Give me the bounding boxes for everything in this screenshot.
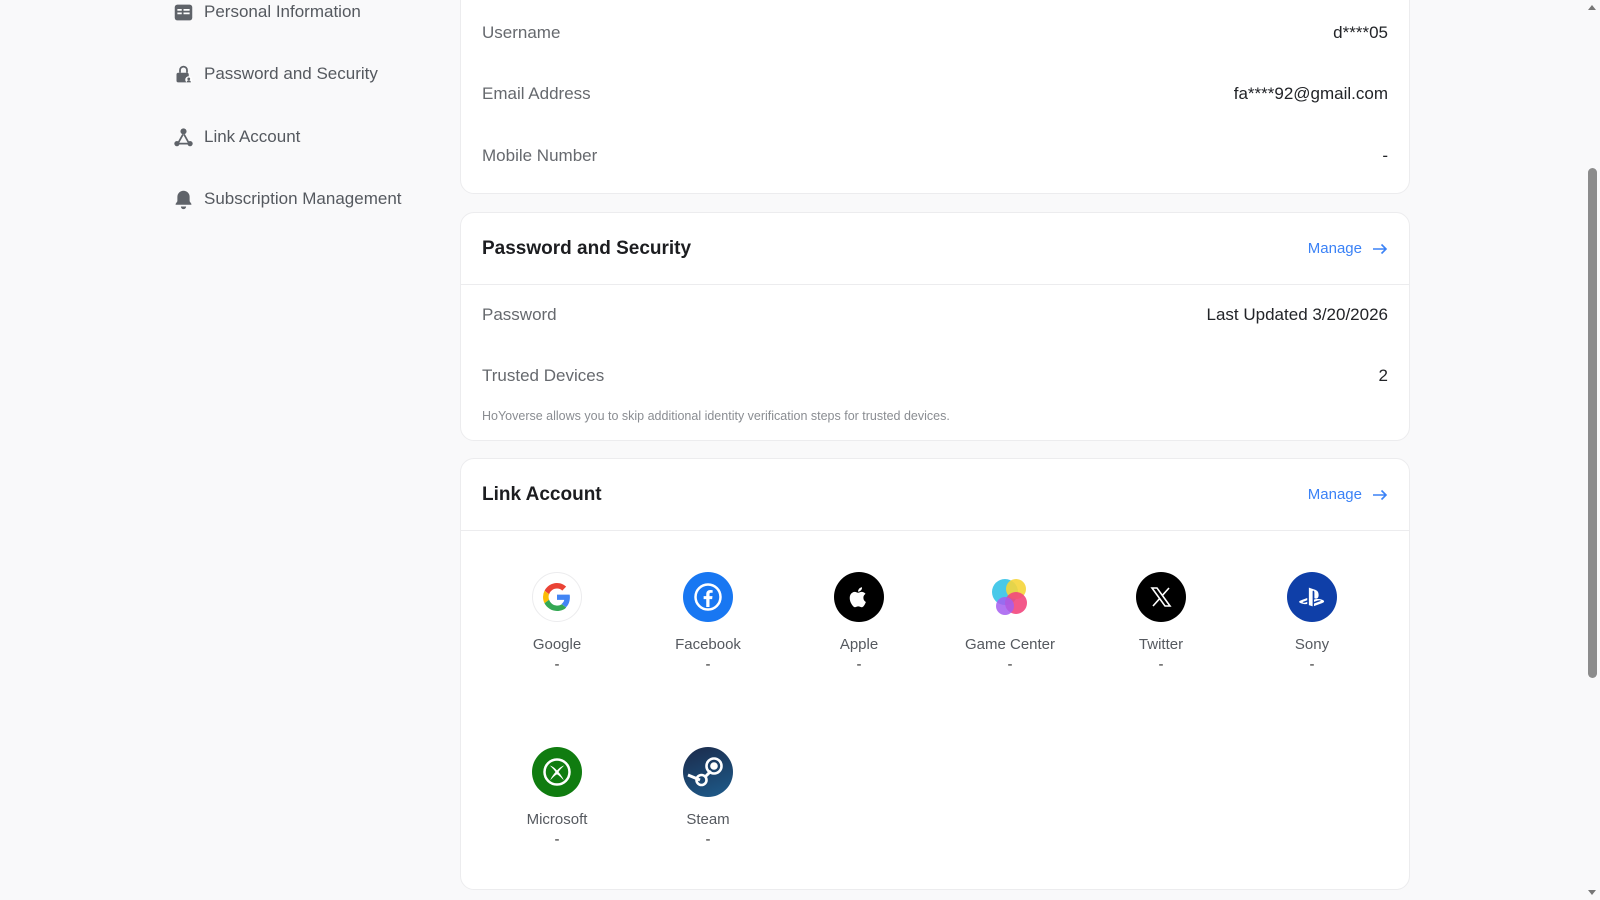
sidebar-item-link-account[interactable]: Link Account bbox=[172, 122, 300, 152]
provider-status: - bbox=[1007, 656, 1013, 673]
trusted-devices-note: HoYoverse allows you to skip additional … bbox=[482, 409, 950, 423]
provider-name: Sony bbox=[1294, 636, 1330, 653]
password-security-card: Password and Security Manage Password La… bbox=[460, 212, 1410, 441]
provider-twitter[interactable]: Twitter - bbox=[1101, 572, 1221, 673]
username-row: Username d****05 bbox=[482, 18, 1388, 48]
sidebar-item-subscription-management[interactable]: Subscription Management bbox=[172, 184, 402, 214]
provider-name: Apple bbox=[839, 636, 879, 653]
provider-name: Steam bbox=[686, 811, 730, 828]
email-row: Email Address fa****92@gmail.com bbox=[482, 79, 1388, 109]
x-icon bbox=[1136, 572, 1186, 622]
google-icon bbox=[532, 572, 582, 622]
sidebar-item-label: Subscription Management bbox=[204, 189, 402, 208]
provider-status: - bbox=[705, 831, 711, 848]
sidebar-item-label: Link Account bbox=[204, 127, 301, 146]
sidebar-item-personal-information[interactable]: Personal Information bbox=[172, 0, 361, 27]
provider-steam[interactable]: Steam - bbox=[648, 747, 768, 848]
link-manage-link[interactable]: Manage bbox=[1308, 486, 1388, 503]
sidebar-item-label: Password and Security bbox=[204, 64, 378, 83]
provider-status: - bbox=[554, 831, 560, 848]
provider-google[interactable]: Google - bbox=[497, 572, 617, 673]
provider-apple[interactable]: Apple - bbox=[799, 572, 919, 673]
trusted-devices-row: Trusted Devices 2 bbox=[482, 361, 1388, 391]
scroll-up-arrow-icon[interactable] bbox=[1587, 2, 1597, 12]
arrow-right-icon bbox=[1373, 489, 1388, 500]
game-center-icon bbox=[985, 572, 1035, 622]
sidebar-item-password-and-security[interactable]: Password and Security bbox=[172, 59, 378, 89]
page-scrollbar[interactable] bbox=[1584, 0, 1600, 900]
arrow-right-icon bbox=[1373, 243, 1388, 254]
provider-microsoft[interactable]: Microsoft - bbox=[497, 747, 617, 848]
trusted-devices-label: Trusted Devices bbox=[482, 366, 605, 385]
manage-label: Manage bbox=[1307, 240, 1362, 257]
account-info-card: Username d****05 Email Address fa****92@… bbox=[460, 0, 1410, 194]
password-value: Last Updated 3/20/2026 bbox=[1206, 305, 1388, 324]
provider-facebook[interactable]: Facebook - bbox=[648, 572, 768, 673]
security-manage-link[interactable]: Manage bbox=[1308, 240, 1388, 257]
scroll-down-arrow-icon[interactable] bbox=[1587, 888, 1597, 898]
provider-status: - bbox=[856, 656, 862, 673]
link-account-card: Link Account Manage Google - Facebook - bbox=[460, 458, 1410, 890]
username-value: d****05 bbox=[1333, 23, 1388, 42]
provider-game-center[interactable]: Game Center - bbox=[950, 572, 1070, 673]
xbox-icon bbox=[532, 747, 582, 797]
provider-name: Facebook bbox=[675, 636, 741, 653]
mobile-label: Mobile Number bbox=[482, 146, 598, 165]
provider-status: - bbox=[705, 656, 711, 673]
link-account-header: Link Account Manage bbox=[461, 459, 1409, 531]
scrollbar-thumb[interactable] bbox=[1588, 168, 1597, 678]
card-title: Password and Security bbox=[482, 237, 692, 259]
username-label: Username bbox=[482, 23, 561, 42]
apple-icon bbox=[834, 572, 884, 622]
provider-name: Google bbox=[532, 636, 582, 653]
facebook-icon bbox=[683, 572, 733, 622]
bell-icon bbox=[172, 188, 194, 210]
password-security-header: Password and Security Manage bbox=[461, 213, 1409, 285]
card-title: Link Account bbox=[482, 483, 602, 505]
provider-name: Game Center bbox=[964, 636, 1056, 653]
id-card-icon bbox=[172, 1, 194, 23]
email-label: Email Address bbox=[482, 84, 591, 103]
trusted-devices-value: 2 bbox=[1378, 366, 1388, 385]
provider-status: - bbox=[1158, 656, 1164, 673]
provider-status: - bbox=[1309, 656, 1315, 673]
playstation-icon bbox=[1287, 572, 1337, 622]
password-row: Password Last Updated 3/20/2026 bbox=[482, 300, 1388, 330]
password-label: Password bbox=[482, 305, 557, 324]
steam-icon bbox=[683, 747, 733, 797]
lock-person-icon bbox=[172, 63, 194, 85]
email-value: fa****92@gmail.com bbox=[1233, 84, 1388, 103]
provider-sony[interactable]: Sony - bbox=[1252, 572, 1372, 673]
provider-status: - bbox=[554, 656, 560, 673]
mobile-value: - bbox=[1382, 146, 1388, 165]
link-nodes-icon bbox=[172, 126, 194, 148]
sidebar-item-label: Personal Information bbox=[204, 2, 361, 21]
provider-name: Twitter bbox=[1138, 636, 1184, 653]
provider-name: Microsoft bbox=[526, 811, 588, 828]
manage-label: Manage bbox=[1307, 486, 1362, 503]
mobile-row: Mobile Number - bbox=[482, 141, 1388, 171]
